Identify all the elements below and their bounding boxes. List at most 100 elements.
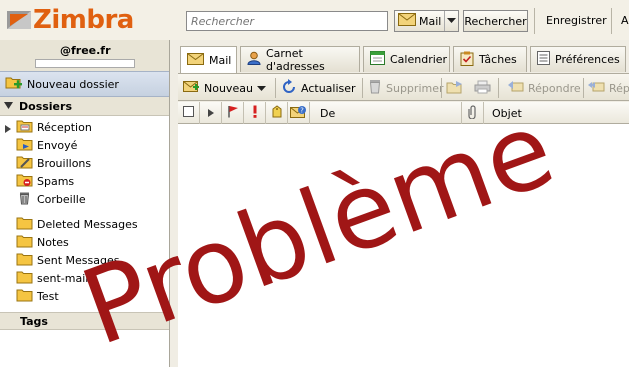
tag-icon	[271, 105, 283, 121]
toolbar-divider	[583, 78, 584, 98]
inbox-folder-icon	[16, 119, 33, 136]
subject-column[interactable]: Objet	[484, 102, 629, 124]
priority-column[interactable]	[244, 102, 266, 124]
expand-column[interactable]	[200, 102, 222, 124]
tab-label: Carnet d'adresses	[266, 46, 325, 73]
save-search-button[interactable]: Enregistrer	[546, 14, 607, 27]
tab-tasks[interactable]: Tâches	[453, 46, 527, 72]
tab-label: Tâches	[479, 53, 517, 66]
folder-item-brouillons[interactable]: Brouillons	[0, 154, 169, 172]
folders-section-header[interactable]: Dossiers	[0, 97, 169, 116]
search-type-label: Mail	[419, 14, 442, 28]
tab-label: Calendrier	[390, 53, 448, 66]
search-button[interactable]: Rechercher	[463, 10, 528, 32]
new-folder-label: Nouveau dossier	[27, 77, 119, 91]
delete-label: Supprimer	[386, 81, 444, 95]
collapse-triangle-icon[interactable]	[4, 100, 13, 113]
folders-header-label: Dossiers	[19, 99, 72, 113]
spam-folder-icon	[16, 173, 33, 190]
folder-item-deleted-messages[interactable]: Deleted Messages	[0, 215, 169, 233]
new-mail-icon	[183, 80, 200, 96]
folder-label: Test	[37, 289, 59, 303]
message-status-icon: ?	[290, 105, 307, 122]
status-column[interactable]: ?	[288, 102, 310, 124]
expand-triangle-icon	[207, 107, 214, 120]
advanced-search-link[interactable]: A	[621, 14, 629, 27]
calendar-icon	[370, 51, 385, 68]
folder-label: sent-mail	[37, 271, 89, 285]
reply-label: Répondre	[528, 81, 581, 95]
from-column[interactable]: De	[310, 102, 462, 124]
delete-button[interactable]: Supprimer	[368, 79, 444, 97]
header-divider	[534, 8, 535, 34]
tags-header-label: Tags	[20, 314, 48, 328]
new-message-button[interactable]: Nouveau	[183, 79, 266, 97]
tag-column[interactable]	[266, 102, 288, 124]
logo-text: Zimbra	[33, 5, 134, 35]
reply-button[interactable]: Répondre	[508, 79, 581, 97]
search-input[interactable]	[186, 11, 388, 31]
reply-all-button[interactable]: Rép	[588, 79, 629, 97]
priority-icon	[252, 105, 258, 121]
folder-item-envoye[interactable]: Envoyé	[0, 136, 169, 154]
select-all-checkbox[interactable]	[183, 106, 194, 120]
search-type-dropdown[interactable]: Mail	[394, 10, 459, 32]
folder-item-sent-messages[interactable]: Sent Messages	[0, 251, 169, 269]
subject-column-label: Objet	[492, 106, 522, 120]
tab-label: Préférences	[555, 53, 620, 66]
print-button[interactable]	[474, 79, 491, 97]
select-all-column[interactable]	[178, 102, 200, 124]
folder-label: Envoyé	[37, 138, 78, 152]
folder-item-notes[interactable]: Notes	[0, 233, 169, 251]
header-divider	[611, 8, 612, 34]
chevron-down-icon[interactable]	[256, 82, 266, 95]
folder-item-test[interactable]: Test	[0, 287, 169, 305]
sent-folder-icon	[16, 137, 33, 154]
folder-item-spams[interactable]: Spams	[0, 172, 169, 190]
tab-calendar[interactable]: Calendrier	[363, 46, 450, 72]
paperclip-icon	[467, 104, 478, 122]
move-button[interactable]	[446, 79, 463, 97]
preferences-icon	[537, 51, 550, 68]
refresh-button[interactable]: Actualiser	[281, 78, 356, 98]
folder-item-sent-mail[interactable]: sent-mail	[0, 269, 169, 287]
folder-item-corbeille[interactable]: Corbeille	[0, 190, 169, 208]
task-checklist-icon	[460, 51, 474, 69]
folder-label: Corbeille	[37, 192, 86, 206]
folder-icon	[16, 216, 33, 233]
print-icon	[474, 80, 491, 97]
message-list[interactable]	[178, 124, 629, 367]
zimbra-logo[interactable]: Zimbra	[6, 5, 134, 35]
folder-icon	[16, 270, 33, 287]
toolbar-divider	[362, 78, 363, 98]
tab-address-book[interactable]: Carnet d'adresses	[240, 46, 360, 73]
flag-column[interactable]	[222, 102, 244, 124]
new-folder-button[interactable]: Nouveau dossier	[0, 71, 169, 97]
chevron-down-icon[interactable]	[444, 11, 458, 31]
tags-section-header[interactable]: Tags	[0, 312, 169, 330]
trash-icon	[368, 79, 382, 97]
drafts-folder-icon	[16, 155, 33, 172]
folder-icon	[16, 288, 33, 305]
mail-toolbar: Nouveau Actualiser Supprimer Répondre Ré…	[178, 73, 629, 101]
folder-label: Brouillons	[37, 156, 92, 170]
folder-label: Deleted Messages	[37, 217, 138, 231]
new-folder-icon	[5, 75, 23, 93]
folder-gap	[0, 208, 169, 215]
reply-icon	[508, 80, 524, 96]
contact-person-icon	[247, 51, 261, 68]
tab-label: Mail	[209, 53, 232, 67]
attachment-column[interactable]	[462, 102, 484, 124]
expand-triangle-icon[interactable]	[5, 123, 11, 136]
tab-mail[interactable]: Mail	[180, 46, 237, 73]
folder-label: Notes	[37, 235, 69, 249]
folder-label: Sent Messages	[37, 253, 120, 267]
message-list-header: ? De Objet	[178, 102, 629, 124]
from-column-label: De	[320, 106, 336, 120]
folder-item-reception[interactable]: Réception	[0, 118, 169, 136]
refresh-icon	[281, 78, 297, 98]
sidebar: @free.fr Nouveau dossier Dossiers Récept…	[0, 40, 170, 367]
mail-envelope-icon	[187, 52, 204, 68]
mail-envelope-icon	[398, 13, 416, 29]
tab-preferences[interactable]: Préférences	[530, 46, 626, 72]
